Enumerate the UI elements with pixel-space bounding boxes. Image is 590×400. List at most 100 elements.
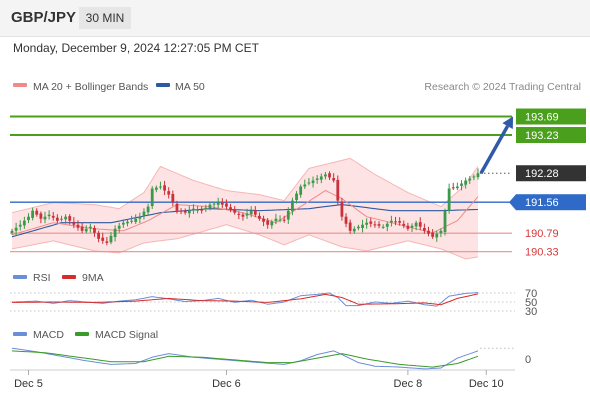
candle-body	[389, 220, 393, 223]
candle-body	[130, 220, 133, 222]
x-axis: Dec 5 Dec 6 Dec 8 Dec 10	[10, 369, 515, 390]
candle-body	[192, 208, 195, 211]
candle-body	[303, 184, 307, 187]
candle-body	[373, 224, 377, 226]
candle-body	[208, 204, 212, 209]
candle-body	[307, 182, 311, 184]
candle-body	[163, 185, 166, 191]
candle-body	[319, 176, 323, 180]
candle-body	[447, 188, 451, 211]
candle-body	[216, 202, 220, 205]
candle-body	[183, 210, 187, 213]
candle-body	[328, 173, 331, 178]
candle-body	[315, 178, 319, 180]
candle-body	[410, 225, 414, 228]
level-190-79-label: 190.79	[525, 228, 559, 240]
candle-body	[258, 215, 261, 219]
candle-body	[212, 203, 216, 205]
level-190-33-label: 190.33	[525, 247, 559, 259]
forecast-arrow-shaft	[479, 125, 510, 175]
source-label: Research © 2024 Trading Central	[424, 81, 581, 93]
candle-body	[229, 207, 232, 210]
rsi-line	[11, 292, 479, 307]
candle-body	[27, 216, 30, 221]
candle-body	[60, 218, 63, 220]
main-panel: 193.69 193.23 192.28 191.56 190.79 190.33	[10, 108, 586, 260]
x-tick-label: Dec 6	[212, 378, 241, 390]
candle-body	[72, 221, 76, 225]
candle-body	[460, 183, 463, 186]
candle-body	[97, 232, 101, 239]
candle-body	[138, 216, 142, 219]
candle-body	[286, 210, 290, 220]
candle-body	[418, 222, 422, 227]
candle-body	[51, 215, 55, 218]
candle-body	[344, 216, 348, 224]
macd-legend-swatch	[13, 332, 27, 336]
candle-body	[472, 176, 476, 178]
candle-body	[443, 210, 447, 232]
candle-body	[439, 230, 443, 234]
candle-body	[159, 186, 162, 188]
candle-body	[402, 223, 406, 226]
macd-signal-legend-swatch	[75, 332, 89, 336]
candle-body	[68, 216, 72, 221]
macd-signal-line	[11, 350, 479, 368]
candle-body	[196, 209, 199, 211]
candle-body	[76, 224, 80, 228]
candle-body	[245, 213, 249, 216]
candle-body	[262, 218, 265, 222]
candle-body	[369, 221, 373, 224]
rsi-ma-legend-label: 9MA	[82, 272, 104, 284]
candle-body	[121, 222, 125, 225]
candle-body	[10, 230, 14, 233]
candle-body	[18, 224, 22, 227]
candle-body	[22, 220, 26, 226]
candle-body	[270, 221, 274, 226]
candle-body	[451, 187, 455, 189]
candle-body	[476, 173, 480, 178]
candle-body	[464, 180, 468, 185]
candle-body	[167, 191, 171, 195]
candle-body	[134, 218, 138, 222]
candle-body	[105, 241, 109, 243]
candle-body	[278, 219, 282, 221]
candle-body	[274, 218, 278, 222]
macd-panel: MACD MACD Signal 0	[11, 329, 531, 370]
candle-body	[64, 216, 68, 220]
candle-body	[406, 225, 410, 229]
candle-body	[381, 226, 385, 228]
rsi-ma-legend-swatch	[62, 275, 76, 279]
candle-body	[427, 230, 430, 234]
candle-body	[43, 216, 47, 220]
candle-body	[154, 187, 158, 190]
candle-body	[237, 213, 241, 215]
level-193-23-label: 193.23	[525, 130, 559, 142]
level-191-56-pointer	[509, 194, 516, 211]
candle-body	[220, 202, 224, 205]
candle-body	[422, 227, 426, 231]
candle-body	[435, 233, 439, 238]
candle-body	[117, 225, 121, 229]
x-tick-label: Dec 8	[394, 378, 423, 390]
candle-body	[14, 227, 18, 231]
candle-body	[146, 206, 150, 213]
candle-body	[142, 211, 146, 216]
candle-body	[352, 228, 356, 232]
candle-body	[179, 210, 183, 212]
candle-body	[80, 226, 84, 231]
x-tick-label: Dec 5	[14, 378, 43, 390]
candle-body	[468, 178, 472, 181]
candle-body	[357, 226, 360, 229]
candle-body	[175, 203, 179, 211]
candle-body	[84, 228, 88, 232]
legend-swatch-ma20	[13, 83, 27, 87]
macd-zero-label: 0	[525, 354, 531, 366]
candle-body	[431, 232, 435, 237]
macd-line	[11, 347, 479, 370]
candle-body	[150, 188, 154, 207]
macd-signal-legend-label: MACD Signal	[95, 329, 158, 341]
candle-body	[35, 210, 39, 215]
candle-body	[299, 186, 303, 195]
candle-body	[249, 210, 253, 215]
